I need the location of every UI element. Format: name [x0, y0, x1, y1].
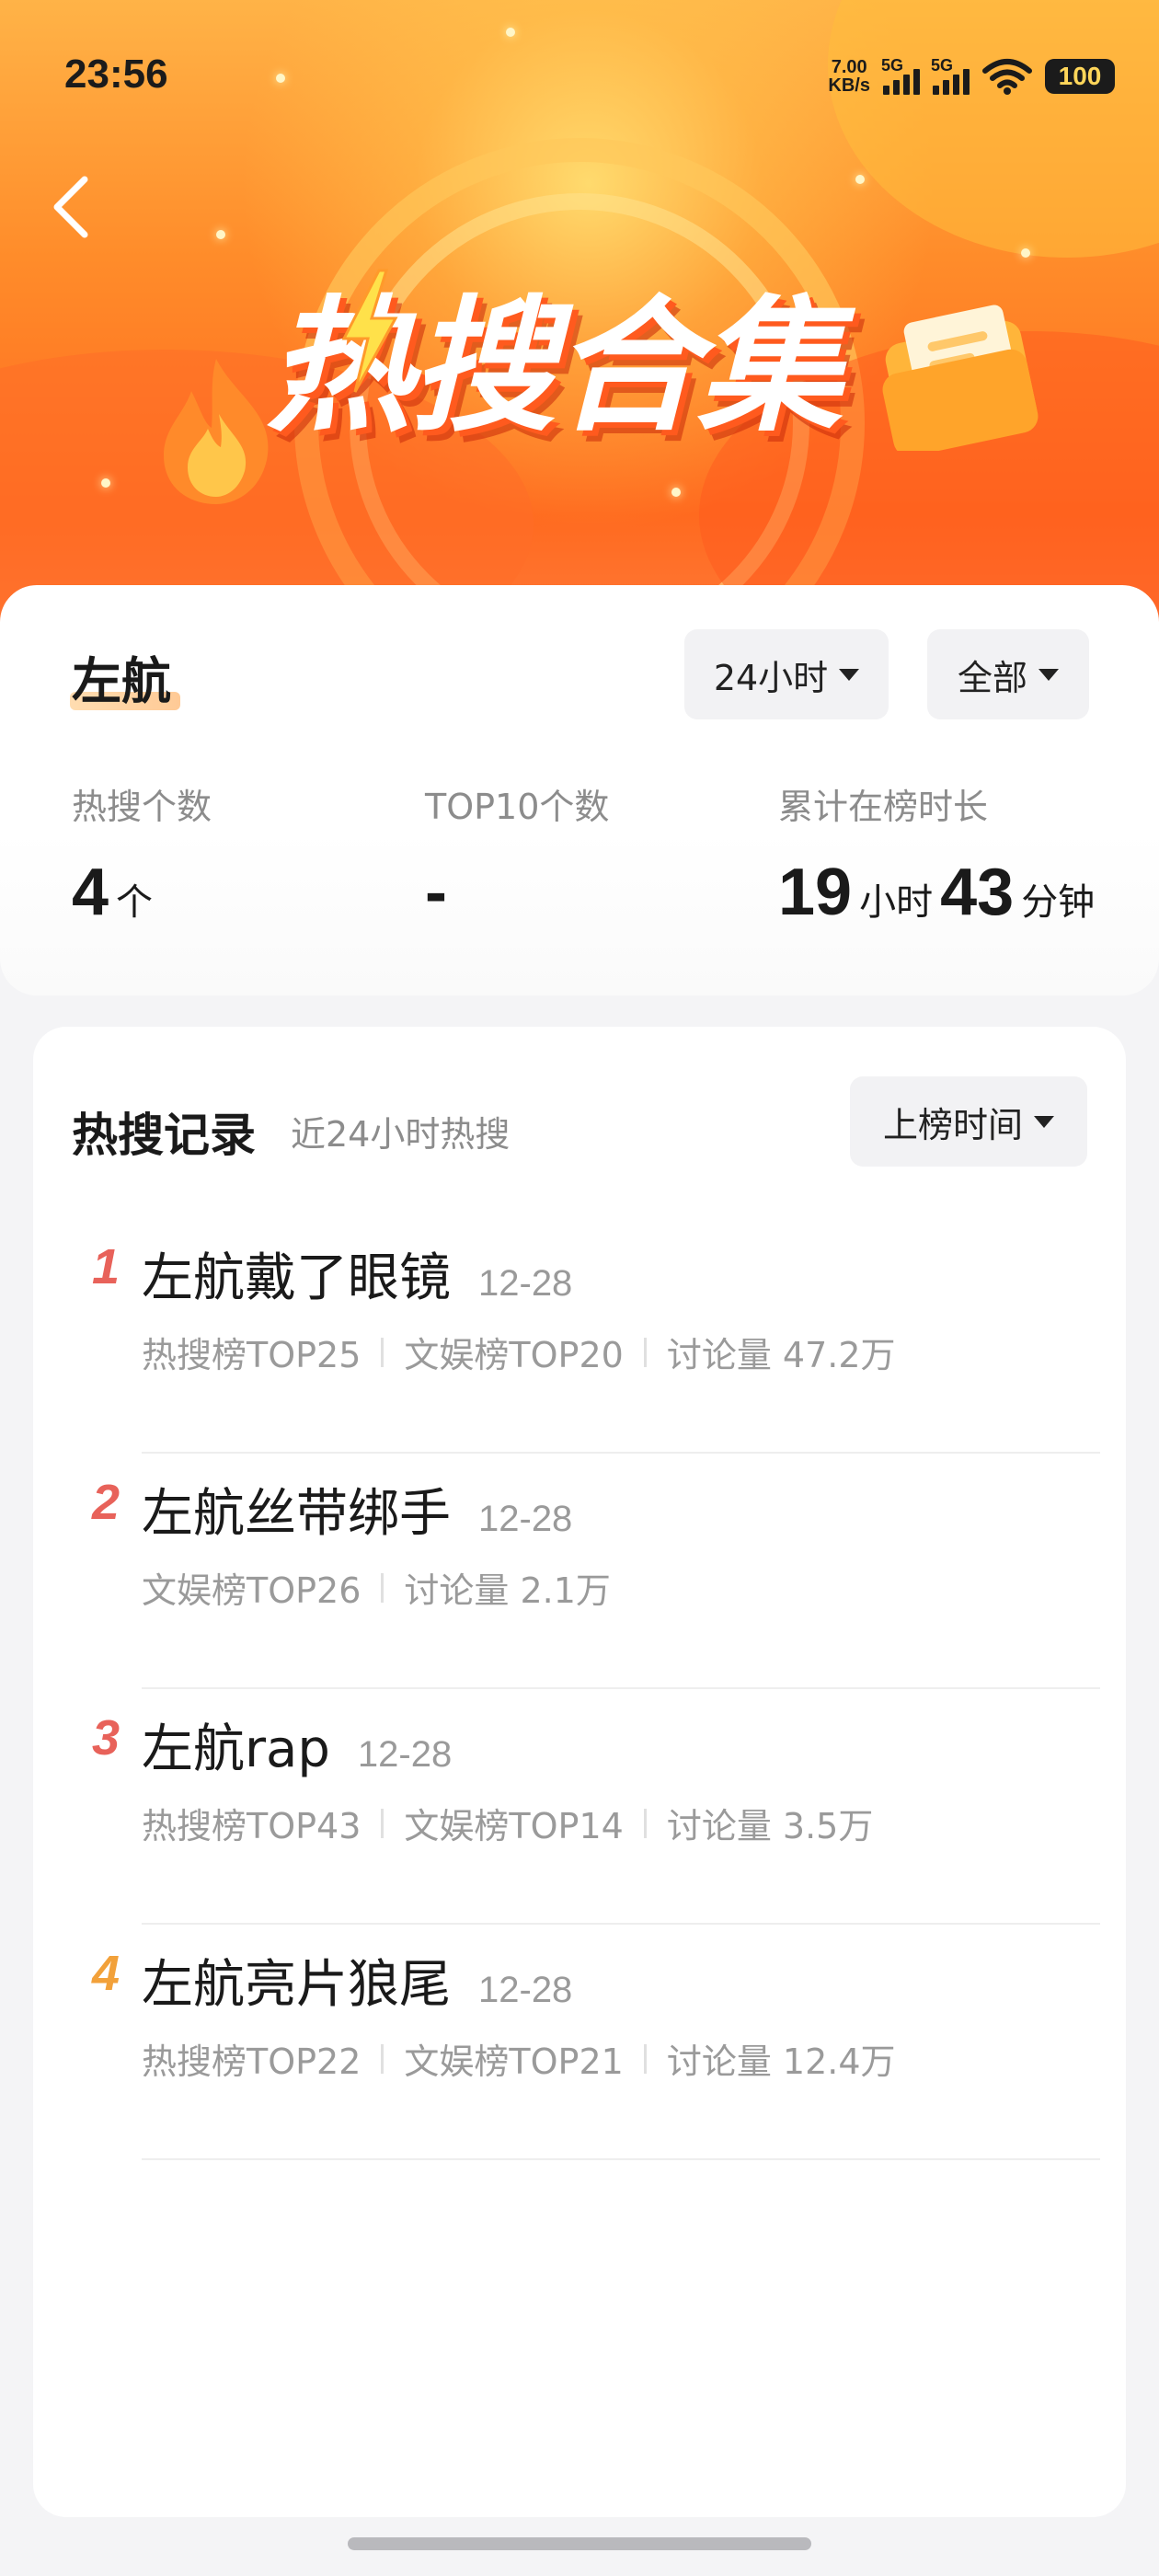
stat-value: 19 小时 43 分钟 — [778, 855, 1095, 930]
meta-discussion: 讨论量 47.2万 — [666, 1335, 896, 1375]
scope-filter-label: 全部 — [957, 657, 1027, 698]
network-speed: 7.00 KB/s — [828, 58, 870, 95]
hero-banner: 23:56 7.00 KB/s 5G 5G 100 热搜合集 — [0, 0, 1159, 644]
meta-hot-rank: 热搜榜TOP25 — [142, 1335, 361, 1375]
network-speed-unit: KB/s — [828, 75, 870, 96]
duration-hours: 19 — [778, 856, 853, 929]
status-indicators: 7.00 KB/s 5G 5G 100 — [828, 52, 1115, 101]
sort-label: 上榜时间 — [882, 1104, 1023, 1145]
meta-separator — [381, 1337, 384, 1367]
records-subtitle: 近24小时热搜 — [291, 1114, 511, 1155]
record-title-row: 左航rap 12-28 — [142, 1708, 452, 1782]
record-title: 左航亮片狼尾 — [142, 1955, 451, 2015]
stat-unit: 个 — [116, 881, 154, 924]
signal-icon: 5G — [931, 56, 970, 95]
record-title: 左航戴了眼镜 — [142, 1248, 451, 1308]
meta-discussion: 讨论量 3.5万 — [666, 1806, 874, 1846]
back-button[interactable] — [33, 166, 107, 248]
folder-icon — [882, 305, 1039, 451]
meta-discussion: 讨论量 2.1万 — [404, 1570, 611, 1611]
meta-separator — [643, 1808, 647, 1838]
record-title: 左航丝带绑手 — [142, 1484, 451, 1544]
meta-ent-rank: 文娱榜TOP26 — [142, 1570, 361, 1611]
stat-number: - — [425, 856, 447, 929]
stat-value: 4 个 — [72, 855, 212, 930]
sparkle-icon — [671, 488, 681, 497]
stat-number: 4 — [72, 856, 109, 929]
summary-card: 左航 24小时 全部 热搜个数 4 个 TOP10个数 - 累计在榜时长 19 — [0, 585, 1159, 995]
duration-minutes-unit: 分钟 — [1021, 881, 1096, 924]
record-title-row: 左航戴了眼镜 12-28 — [142, 1236, 572, 1311]
record-date: 12-28 — [478, 1970, 573, 2010]
sim2-label: 5G — [931, 56, 954, 75]
signal-icon: 5G — [881, 56, 920, 95]
rank-number: 1 — [91, 1239, 120, 1294]
stat-label: 累计在榜时长 — [778, 787, 989, 827]
meta-separator — [643, 1337, 647, 1367]
sparkle-icon — [101, 478, 110, 488]
sparkle-icon — [276, 74, 285, 83]
record-item[interactable]: 4 左航亮片狼尾 12-28 热搜榜TOP22 文娱榜TOP21 讨论量 12.… — [33, 1925, 1126, 2160]
record-title-row: 左航亮片狼尾 12-28 — [142, 1943, 572, 2018]
record-title-row: 左航丝带绑手 12-28 — [142, 1472, 572, 1547]
meta-ent-rank: 文娱榜TOP20 — [404, 1335, 624, 1375]
chevron-left-icon — [53, 176, 88, 238]
record-item[interactable]: 1 左航戴了眼镜 12-28 热搜榜TOP25 文娱榜TOP20 讨论量 47.… — [33, 1218, 1126, 1454]
rank-number: 4 — [91, 1946, 120, 2001]
record-meta: 文娱榜TOP26 讨论量 2.1万 — [142, 1562, 611, 1613]
stat-total-duration: 累计在榜时长 19 小时 43 分钟 — [778, 778, 1095, 930]
network-speed-value: 7.00 — [831, 57, 867, 77]
status-time: 23:56 — [64, 52, 168, 97]
sparkle-icon — [506, 28, 515, 37]
sparkle-icon — [1021, 248, 1030, 258]
battery-indicator: 100 — [1045, 59, 1115, 94]
meta-separator — [381, 1572, 384, 1603]
keyword-title: 左航 — [72, 652, 171, 710]
duration-hours-unit: 小时 — [859, 881, 934, 924]
hot-search-collection-page: 23:56 7.00 KB/s 5G 5G 100 热搜合集 左航 24小时 全… — [0, 0, 1159, 2576]
record-item[interactable]: 2 左航丝带绑手 12-28 文娱榜TOP26 讨论量 2.1万 — [33, 1454, 1126, 1689]
record-title: 左航rap — [142, 1719, 330, 1779]
record-meta: 热搜榜TOP43 文娱榜TOP14 讨论量 3.5万 — [142, 1798, 873, 1848]
rank-number: 3 — [91, 1710, 120, 1765]
meta-separator — [381, 2043, 384, 2074]
stat-label: TOP10个数 — [425, 787, 610, 827]
records-title: 热搜记录 — [72, 1109, 256, 1162]
stat-hot-search-count: 热搜个数 4 个 — [72, 778, 212, 930]
caret-down-icon — [839, 668, 860, 681]
scope-filter-dropdown[interactable]: 全部 — [927, 629, 1089, 719]
meta-ent-rank: 文娱榜TOP21 — [404, 2041, 624, 2082]
fire-icon — [164, 359, 269, 504]
wifi-icon — [982, 59, 1032, 95]
time-filter-label: 24小时 — [713, 657, 829, 698]
records-card: 热搜记录 近24小时热搜 上榜时间 1 左航戴了眼镜 12-28 热搜榜TOP2… — [33, 1027, 1126, 2517]
stat-value: - — [425, 855, 609, 930]
meta-hot-rank: 热搜榜TOP22 — [142, 2041, 361, 2082]
record-date: 12-28 — [478, 1263, 573, 1304]
meta-separator — [643, 2043, 647, 2074]
sim1-label: 5G — [881, 56, 904, 75]
sort-dropdown[interactable]: 上榜时间 — [850, 1076, 1087, 1167]
meta-hot-rank: 热搜榜TOP43 — [142, 1806, 361, 1846]
duration-minutes: 43 — [940, 856, 1015, 929]
record-date: 12-28 — [357, 1734, 453, 1775]
meta-separator — [381, 1808, 384, 1838]
record-item[interactable]: 3 左航rap 12-28 热搜榜TOP43 文娱榜TOP14 讨论量 3.5万 — [33, 1689, 1126, 1925]
rank-number: 2 — [91, 1475, 120, 1530]
caret-down-icon — [1039, 668, 1059, 681]
record-date: 12-28 — [478, 1499, 573, 1539]
time-filter-dropdown[interactable]: 24小时 — [684, 629, 889, 719]
sparkle-icon — [855, 175, 865, 184]
meta-ent-rank: 文娱榜TOP14 — [404, 1806, 624, 1846]
divider — [142, 2158, 1100, 2160]
sparkle-icon — [216, 230, 225, 239]
lightning-icon — [341, 269, 398, 393]
stat-top10-count: TOP10个数 - — [425, 778, 609, 930]
record-meta: 热搜榜TOP22 文娱榜TOP21 讨论量 12.4万 — [142, 2033, 896, 2084]
meta-discussion: 讨论量 12.4万 — [666, 2041, 896, 2082]
caret-down-icon — [1034, 1115, 1054, 1128]
home-indicator[interactable] — [348, 2537, 811, 2550]
record-meta: 热搜榜TOP25 文娱榜TOP20 讨论量 47.2万 — [142, 1327, 896, 1377]
stat-label: 热搜个数 — [72, 787, 212, 827]
